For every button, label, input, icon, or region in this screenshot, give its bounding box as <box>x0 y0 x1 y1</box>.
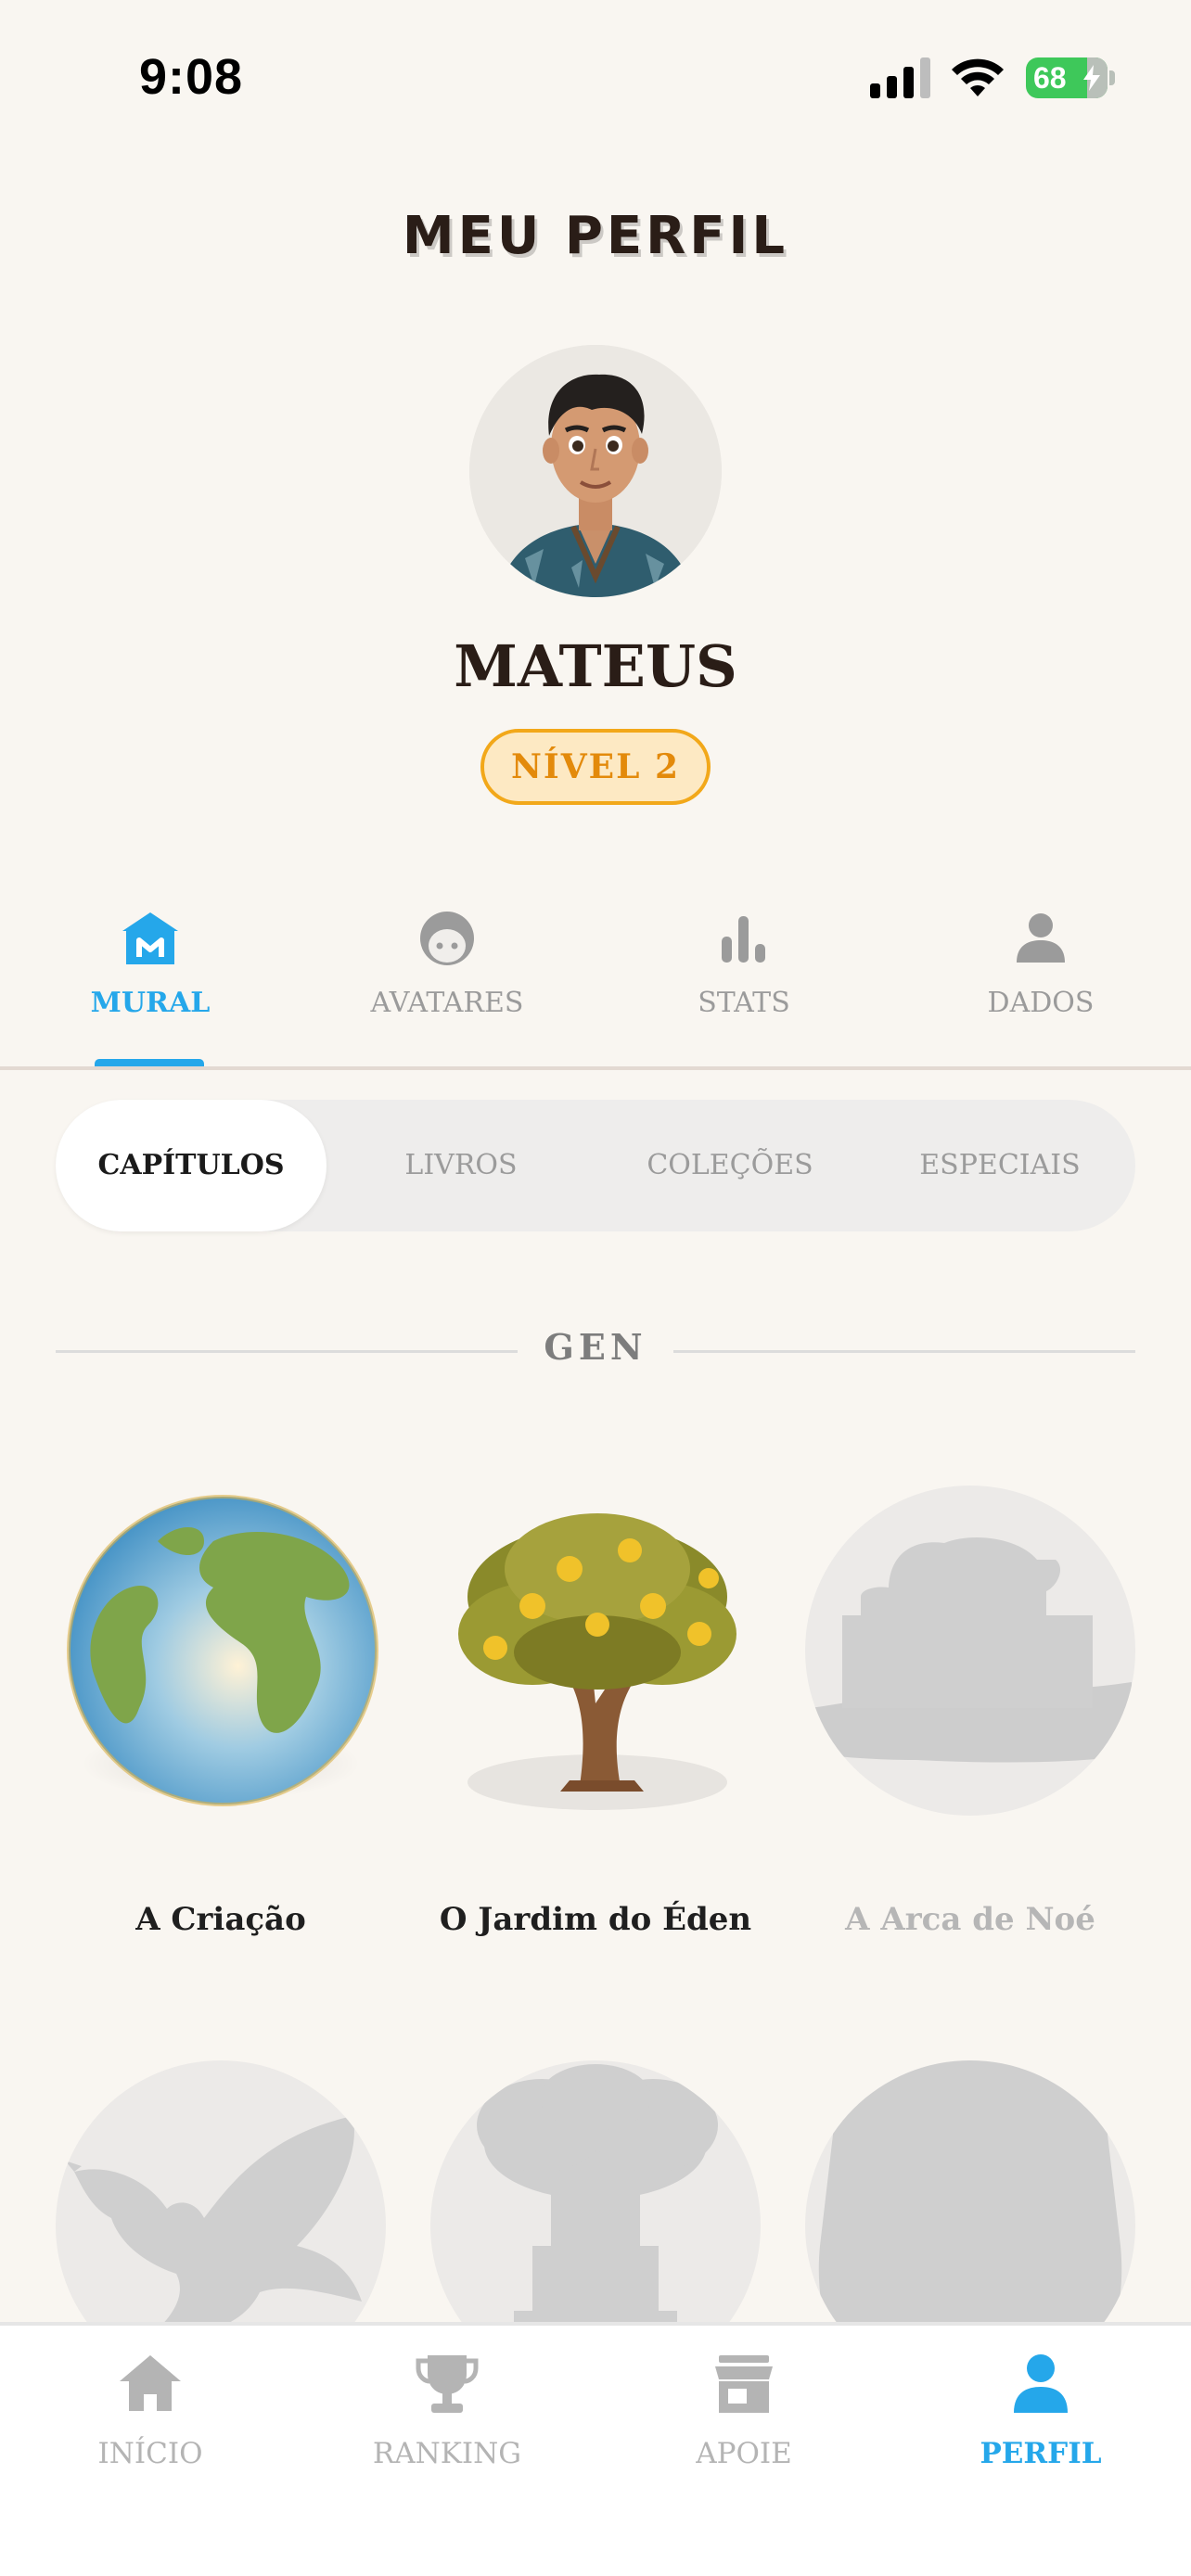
chapter-card-locked[interactable]: A Arca de Noé <box>803 1486 1137 1938</box>
status-time: 9:08 <box>139 49 244 105</box>
battery-icon: 68 <box>1026 57 1108 98</box>
face-icon <box>420 912 474 965</box>
chapter-name: A Criação <box>135 1901 306 1938</box>
home-icon <box>120 2355 181 2411</box>
avatar[interactable] <box>469 345 722 597</box>
cellular-signal-icon <box>870 57 930 98</box>
person-icon <box>1014 2354 1068 2413</box>
nav-ranking[interactable]: RANKING <box>336 2352 558 2470</box>
tab-avatares[interactable]: AVATARES <box>354 899 540 1019</box>
store-icon <box>715 2355 773 2413</box>
chapter-card[interactable]: O Jardim do Éden <box>429 1486 762 1938</box>
bottom-navigation: INÍCIO RANKING APOIE PERFIL <box>0 2322 1191 2576</box>
battery-level: 68 <box>1033 61 1067 95</box>
wifi-icon <box>952 58 1004 96</box>
earth-globe-icon <box>56 1486 386 1816</box>
level-badge: NÍVEL 2 <box>480 729 711 805</box>
mural-house-icon <box>122 912 178 964</box>
person-icon <box>1017 913 1065 963</box>
chapter-card[interactable]: A Criação <box>54 1486 388 1938</box>
chapter-name: A Arca de Noé <box>845 1901 1095 1938</box>
trophy-icon <box>416 2355 479 2413</box>
tabs-divider <box>0 1066 1191 1070</box>
nav-inicio[interactable]: INÍCIO <box>39 2352 262 2470</box>
segment-livros[interactable]: LIVROS <box>327 1100 596 1231</box>
tab-label: STATS <box>698 987 790 1019</box>
segment-especiais[interactable]: ESPECIAIS <box>864 1100 1135 1231</box>
profile-tabs: MURAL AVATARES STATS DADOS <box>0 899 1191 1072</box>
status-bar: 9:08 68 <box>0 0 1191 158</box>
chapter-name: O Jardim do Éden <box>439 1901 752 1938</box>
section-title: GEN <box>544 1326 647 1368</box>
tab-stats[interactable]: STATS <box>651 899 837 1019</box>
bar-chart-icon <box>722 916 765 963</box>
nav-label: PERFIL <box>980 2437 1102 2470</box>
user-name: MATEUS <box>454 632 737 700</box>
nav-apoie[interactable]: APOIE <box>633 2352 855 2470</box>
tab-label: MURAL <box>90 987 211 1019</box>
page-title: MEU PERFIL <box>402 206 789 266</box>
ark-silhouette-icon <box>805 1486 1135 1816</box>
nav-label: INÍCIO <box>97 2437 203 2470</box>
segment-capitulos[interactable]: CAPÍTULOS <box>56 1100 327 1231</box>
nav-label: APOIE <box>696 2437 792 2470</box>
nav-perfil[interactable]: PERFIL <box>929 2352 1152 2470</box>
nav-label: RANKING <box>372 2437 522 2470</box>
collection-segment-control: CAPÍTULOS LIVROS COLEÇÕES ESPECIAIS <box>56 1100 1135 1231</box>
tab-dados[interactable]: DADOS <box>948 899 1133 1019</box>
golden-fruit-tree-icon <box>430 1486 761 1816</box>
tab-label: DADOS <box>987 987 1095 1019</box>
tab-label: AVATARES <box>370 987 524 1019</box>
segment-colecoes[interactable]: COLEÇÕES <box>596 1100 864 1231</box>
tab-mural[interactable]: MURAL <box>58 899 243 1019</box>
